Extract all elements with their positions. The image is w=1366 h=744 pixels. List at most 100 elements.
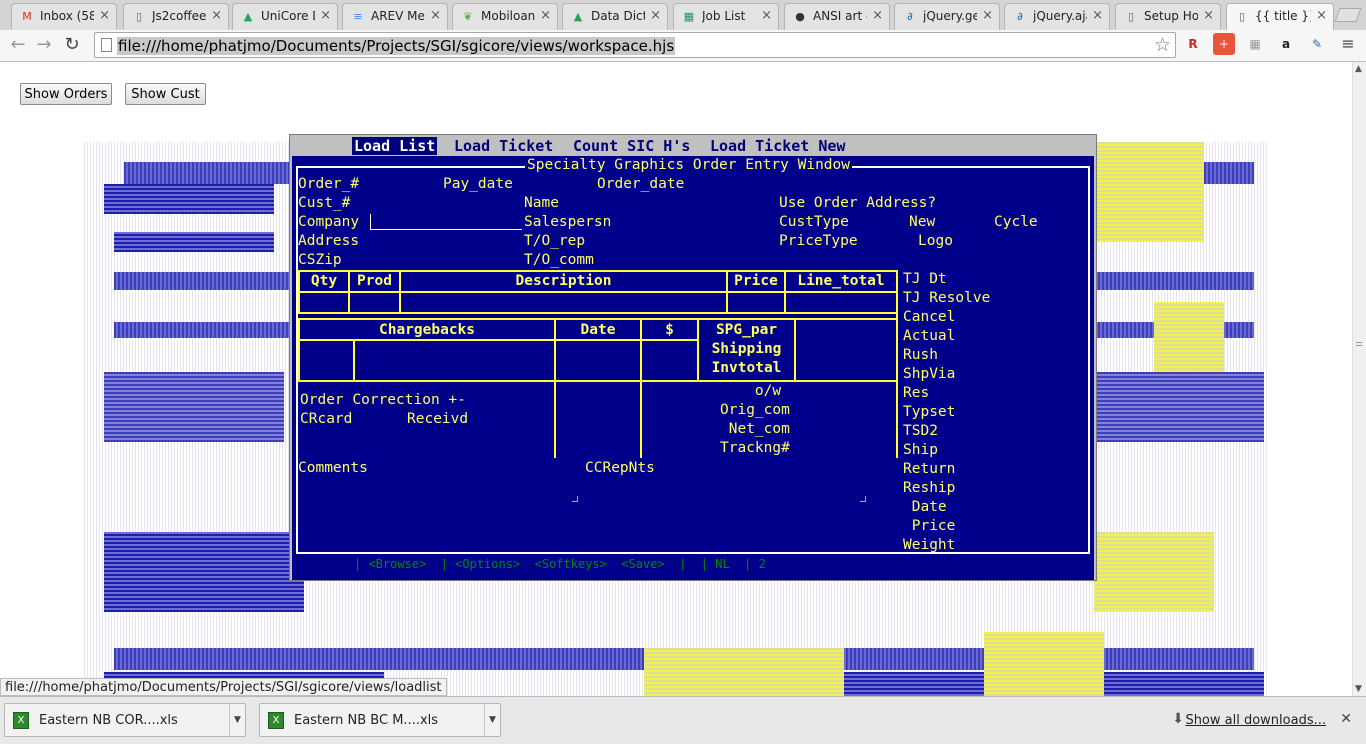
reload-icon[interactable]: ↻ (60, 33, 84, 57)
address-bar[interactable]: file:///home/phatjmo/Documents/Projects/… (94, 32, 1176, 58)
tab-label: {{ title }} (1255, 9, 1311, 23)
close-tab-icon[interactable]: × (650, 8, 661, 23)
page-scrollbar[interactable]: ▲ ▼ (1352, 62, 1366, 696)
close-tab-icon[interactable]: × (540, 8, 551, 23)
browser-tab[interactable]: ▲ Data Dicti × (562, 3, 668, 30)
ccrepnts-resize-handle[interactable] (860, 496, 866, 502)
browser-toolbar: ← → ↻ file:///home/phatjmo/Documents/Pro… (0, 30, 1366, 62)
company-field[interactable] (370, 214, 522, 230)
cycle-label: Cycle (994, 214, 1038, 230)
chevron-down-icon[interactable]: ▼ (229, 704, 245, 736)
address-bar-url[interactable]: file:///home/phatjmo/Documents/Projects/… (117, 37, 676, 55)
browser-tab[interactable]: ≡ AREV Mer × (342, 3, 448, 30)
amazon-extension-icon[interactable]: a (1275, 33, 1297, 55)
to-rep-label: T/O_rep (524, 233, 586, 249)
tools-extension-icon[interactable]: ✎ (1306, 33, 1328, 55)
close-tab-icon[interactable]: × (1203, 8, 1214, 23)
line-total-header: Line_total (797, 273, 885, 289)
tab-label: Mobiloans (481, 9, 535, 23)
close-tab-icon[interactable]: × (982, 8, 993, 23)
browser-tab[interactable]: ∂ jQuery.aja × (1004, 3, 1110, 30)
download-item[interactable]: X Eastern NB BC M....xls ▼ (259, 703, 501, 737)
right-field-label: ShpVia (903, 366, 956, 382)
forward-icon[interactable]: → (32, 33, 56, 57)
menu-icon[interactable]: ≡ (1337, 33, 1359, 55)
browser-tab[interactable]: ▯ {{ title }} × (1226, 3, 1334, 30)
shipping-label: Shipping (711, 341, 782, 357)
menu-count-sic[interactable]: Count SIC H's (573, 137, 690, 155)
invtotal-label: Invtotal (711, 360, 782, 376)
download-shelf: X Eastern NB COR....xls ▼ X Eastern NB B… (0, 696, 1366, 744)
menu-load-ticket[interactable]: Load Ticket (454, 137, 553, 155)
tab-label: Job List (702, 9, 746, 23)
scroll-up-icon[interactable]: ▲ (1355, 64, 1362, 74)
close-tab-icon[interactable]: × (761, 8, 772, 23)
close-tab-icon[interactable]: × (1316, 8, 1327, 23)
browser-tab[interactable]: ∂ jQuery.get × (894, 3, 1000, 30)
excel-file-icon: X (13, 712, 29, 729)
browser-tab[interactable]: ▦ Job List × (673, 3, 779, 30)
right-field-label: Res (903, 385, 930, 401)
close-tab-icon[interactable]: × (1092, 8, 1103, 23)
tab-label: Inbox (587 (40, 9, 94, 23)
browser-tab[interactable]: ❦ Mobiloans × (452, 3, 558, 30)
scrollbar-thumb[interactable] (1356, 342, 1362, 346)
order-no-label: Order_# (298, 176, 360, 192)
browser-tab[interactable]: ● ANSI art g × (784, 3, 890, 30)
menu-load-list[interactable]: Load List (352, 137, 438, 155)
window-title: Specialty Graphics Order Entry Window (525, 157, 853, 174)
close-tab-icon[interactable]: × (320, 8, 331, 23)
new-tab-button[interactable] (1334, 8, 1362, 22)
salespersn-label: Salespersn (524, 214, 612, 230)
right-field-label: TJ Resolve (903, 290, 991, 306)
name-label: Name (524, 195, 559, 211)
download-arrow-icon: ⬇ (1172, 711, 1184, 727)
right-field-label: TSD2 (903, 423, 938, 439)
rbutr-extension-icon[interactable]: R (1182, 33, 1204, 55)
drive-icon: ▲ (243, 10, 253, 23)
tab-label: jQuery.aja (1033, 9, 1087, 23)
show-cust-button[interactable]: Show Cust (125, 83, 206, 105)
comments-resize-handle[interactable] (572, 496, 578, 502)
company-label: Company (298, 214, 360, 230)
close-icon[interactable]: ✕ (1340, 711, 1352, 727)
browser-tab[interactable]: ▯ Js2coffee × (123, 3, 229, 30)
grid-extension-icon[interactable]: ▦ (1244, 33, 1266, 55)
browser-tab[interactable]: M Inbox (587 × (11, 3, 117, 30)
close-tab-icon[interactable]: × (430, 8, 441, 23)
tab-label: Js2coffee (152, 9, 206, 23)
browser-tab[interactable]: ▯ Setup Hon × (1115, 3, 1221, 30)
tab-label: UniCore D (261, 9, 315, 23)
bookmark-star-icon[interactable]: ☆ (1154, 34, 1171, 56)
orig-com-label: Orig_com (720, 402, 790, 418)
right-field-label: Actual (903, 328, 956, 344)
right-field-label: Ship (903, 442, 938, 458)
use-order-address-label: Use Order Address? (779, 195, 937, 211)
ow-label: o/w (720, 383, 782, 399)
cszip-label: CSZip (298, 252, 342, 268)
pricetype-label: PriceType (779, 233, 858, 249)
back-icon[interactable]: ← (6, 33, 30, 57)
close-tab-icon[interactable]: × (211, 8, 222, 23)
browser-tab[interactable]: ▲ UniCore D × (232, 3, 338, 30)
tab-label: Setup Hon (1144, 9, 1198, 23)
menu-load-ticket-new[interactable]: Load Ticket New (710, 137, 845, 155)
right-field-label: Reship (903, 480, 956, 496)
show-orders-button[interactable]: Show Orders (20, 83, 112, 105)
order-entry-terminal: Load List Load Ticket Count SIC H's Load… (289, 134, 1097, 581)
close-tab-icon[interactable]: × (99, 8, 110, 23)
chevron-down-icon[interactable]: ▼ (484, 704, 500, 736)
show-all-downloads-link[interactable]: Show all downloads... (1185, 713, 1326, 728)
add-extension-icon[interactable]: + (1213, 33, 1235, 55)
terminal-menubar: Load List Load Ticket Count SIC H's Load… (290, 135, 1096, 156)
scroll-down-icon[interactable]: ▼ (1355, 684, 1362, 694)
page-icon: ▯ (1238, 10, 1246, 23)
sheets-icon: ▦ (683, 10, 695, 23)
logo-label: Logo (918, 233, 953, 249)
gmail-icon: M (22, 10, 32, 23)
close-tab-icon[interactable]: × (872, 8, 883, 23)
jquery-icon: ∂ (1017, 10, 1023, 23)
page-content: Show Orders Show Cust Load List Load Tic… (0, 62, 1352, 696)
download-item[interactable]: X Eastern NB COR....xls ▼ (4, 703, 246, 737)
docs-icon: ≡ (353, 10, 363, 23)
